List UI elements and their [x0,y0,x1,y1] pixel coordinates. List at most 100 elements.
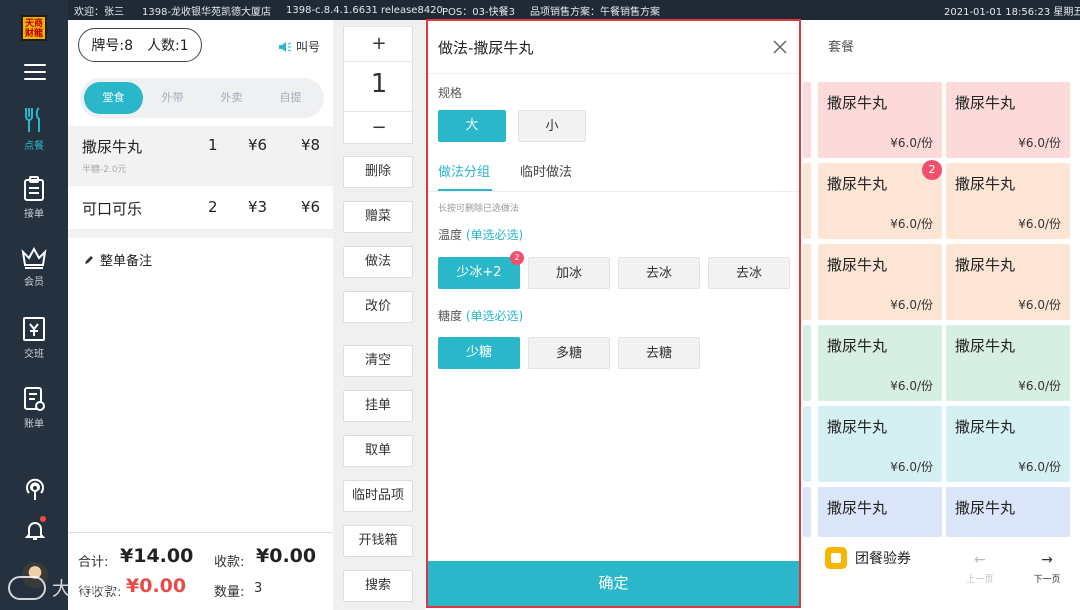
nav-item-shift[interactable]: 交班 [0,316,68,360]
product-card[interactable]: 撒尿牛丸 ¥6.0/份 [946,163,1070,239]
confirm-button[interactable]: 确定 [428,561,799,606]
temp-option-add-ice[interactable]: 加冰 [528,257,610,289]
sugar-required: (单选必选) [465,309,524,323]
prev-page-button[interactable]: ← 上一页 [950,542,1010,602]
product-name: 撒尿牛丸 [827,337,888,355]
product-card[interactable] [803,82,811,158]
search-button[interactable]: 搜索 [343,570,413,602]
nav-item-receive[interactable]: 接单 [0,176,68,220]
product-card[interactable] [803,163,811,239]
call-number-label: 叫号 [296,40,321,54]
table-info[interactable]: 牌号:8 人数:1 [78,28,202,62]
sugar-option-less[interactable]: 少糖 [438,337,520,369]
product-card[interactable]: 撒尿牛丸 ¥6.0/份 [818,82,942,158]
temp-option-less-ice[interactable]: 少冰+2 2 [438,251,524,289]
qty-plus-button[interactable]: + [344,33,414,54]
due-value: ¥0.00 [126,575,187,597]
tab-delivery[interactable]: 外卖 [202,82,261,114]
sugar-option-none[interactable]: 去糖 [618,337,700,369]
product-card[interactable] [803,325,811,401]
nav-item-bill[interactable]: 账单 [0,386,68,430]
menu-icon[interactable] [24,64,46,80]
arrow-left-icon: ← [974,552,986,568]
qty-minus-button[interactable]: − [344,117,414,138]
tab-dine-in[interactable]: 堂食 [84,82,143,114]
order-remark-button[interactable]: 整单备注 [84,250,152,269]
item-name: 撒尿牛丸 [82,138,143,156]
temp-option-no-ice[interactable]: 去冰 [618,257,700,289]
product-card[interactable]: 撒尿牛丸 ¥6.0/份 [818,325,942,401]
product-price: ¥6.0/份 [1018,217,1061,231]
bell-icon[interactable] [25,519,45,541]
item-total: ¥6 [301,198,321,216]
call-number-button[interactable]: 叫号 [278,38,320,55]
tab-pickup[interactable]: 自提 [261,82,320,114]
quantity-stepper: + 1 − [343,26,414,144]
tab-combo[interactable]: 套餐 [828,36,854,55]
bill-icon [24,387,45,411]
clipboard-icon [24,176,44,201]
product-name: 撒尿牛丸 [955,175,1016,193]
product-name: 撒尿牛丸 [827,94,888,112]
change-price-button[interactable]: 改价 [343,291,413,323]
action-column: + 1 − 删除 赠菜 做法 改价 清空 挂单 取单 临时品项 开钱箱 搜索 [333,20,425,610]
dining-mode-tabs: 堂食 外带 外卖 自提 [80,78,324,118]
nav-item-member[interactable]: 会员 [0,246,68,288]
tab-method-group[interactable]: 做法分组 [438,161,490,180]
cart-count-badge: 2 [922,160,942,180]
divider [68,230,333,238]
spec-option-small[interactable]: 小 [518,110,586,142]
product-price: ¥6.0/份 [890,136,933,150]
next-page-button[interactable]: → 下一页 [1017,542,1077,602]
sales-plan: 品项销售方案：午餐销售方案 [530,6,660,18]
delete-button[interactable]: 删除 [343,156,413,188]
product-card[interactable]: 撒尿牛丸 ¥6.0/份 [818,244,942,320]
order-item-row[interactable]: 撒尿牛丸 半糖-2.0元 1 ¥6 ¥8 [68,126,333,186]
order-remark-label: 整单备注 [100,254,153,269]
clear-button[interactable]: 清空 [343,345,413,377]
temp-option-no-ice-2[interactable]: 去冰 [708,257,790,289]
product-card[interactable] [803,406,811,482]
spec-option-large[interactable]: 大 [438,110,506,142]
nav-item-order[interactable]: 点餐 [0,106,68,152]
pos-id: POS：03-快餐3 [442,6,515,18]
group-coupon-button[interactable]: 团餐验券 [825,547,911,569]
gift-button[interactable]: 赠菜 [343,201,413,233]
product-price: ¥6.0/份 [1018,460,1061,474]
tab-takeaway[interactable]: 外带 [143,82,202,114]
version: 1398-c.8.4.1.6631 release8420 [286,4,443,16]
total-value: ¥14.00 [120,545,194,567]
product-card[interactable]: 撒尿牛丸 ¥6.0/份 [946,406,1070,482]
product-card[interactable] [803,487,811,537]
product-price: ¥6.0/份 [890,460,933,474]
close-icon[interactable] [772,39,788,55]
product-card[interactable]: 撒尿牛丸 [946,487,1070,537]
product-card[interactable]: 撒尿牛丸 ¥6.0/份 [946,325,1070,401]
received-label: 收款: [214,555,245,570]
retrieve-order-button[interactable]: 取单 [343,435,413,467]
product-name: 撒尿牛丸 [955,418,1016,436]
tab-temp-method[interactable]: 临时做法 [520,161,572,180]
watermark-text: 大数跨境 [52,578,129,600]
pencil-icon [85,255,93,264]
temp-item-button[interactable]: 临时品项 [343,480,413,512]
sugar-label: 糖度 (单选必选) [438,307,523,324]
sugar-option-more[interactable]: 多糖 [528,337,610,369]
product-card[interactable] [803,244,811,320]
open-drawer-button[interactable]: 开钱箱 [343,525,413,557]
hold-order-button[interactable]: 挂单 [343,390,413,422]
coupon-icon [825,547,847,569]
order-item-row[interactable]: 可口可乐 2 ¥3 ¥6 [68,186,333,230]
total-label: 合计: [78,555,109,570]
selection-count-badge: 2 [510,251,524,265]
product-card[interactable]: 撒尿牛丸 ¥6.0/份 [946,244,1070,320]
crown-icon [21,246,47,269]
product-card[interactable]: 撒尿牛丸 [818,487,942,537]
product-card[interactable]: 撒尿牛丸 ¥6.0/份 [818,406,942,482]
cash-register-icon [23,317,45,341]
product-card[interactable]: 撒尿牛丸 ¥6.0/份 [946,82,1070,158]
group-coupon-label: 团餐验券 [855,551,911,567]
broadcast-icon[interactable] [24,478,46,502]
method-button[interactable]: 做法 [343,246,413,278]
nav-label: 交班 [24,349,44,360]
